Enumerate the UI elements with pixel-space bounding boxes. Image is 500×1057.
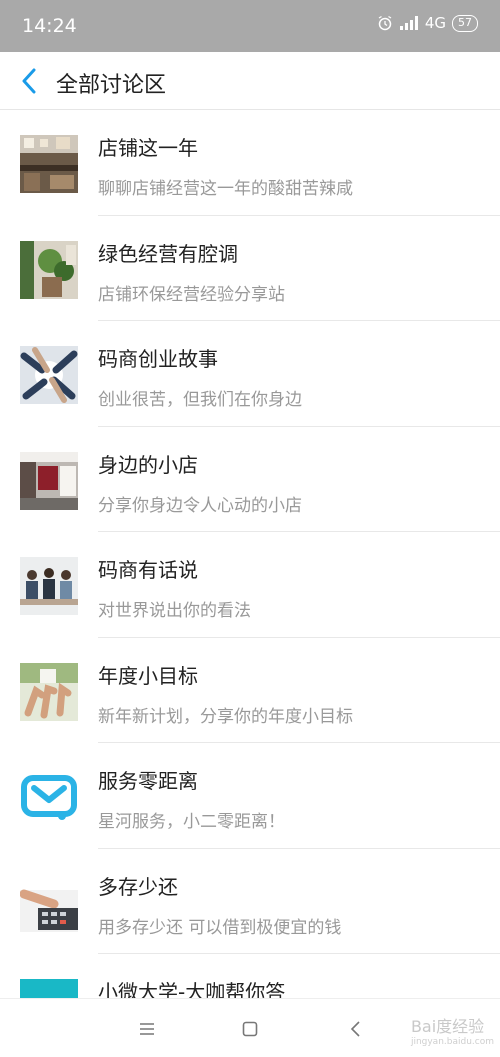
item-title: 码商有话说 [98, 558, 198, 582]
list-item[interactable]: 店铺这一年 聊聊店铺经营这一年的酸甜苦辣咸 [0, 110, 500, 216]
status-icons: 4G 57 [377, 14, 478, 32]
thumbs-up-thumbnail [20, 662, 78, 721]
list-item[interactable]: 绿色经营有腔调 店铺环保经营经验分享站 [0, 216, 500, 321]
battery-indicator: 57 [452, 14, 478, 32]
item-subtitle: 创业很苦，但我们在你身边 [98, 390, 302, 410]
list-item[interactable]: 码商创业故事 创业很苦，但我们在你身边 [0, 321, 500, 427]
list-item[interactable]: 服务零距离 星河服务，小二零距离！ [0, 743, 500, 849]
people-meeting-thumbnail [20, 557, 78, 615]
page-title: 全部讨论区 [56, 73, 167, 98]
item-subtitle: 新年新计划，分享你的年度小目标 [98, 706, 353, 727]
item-title: 多存少还 [98, 874, 178, 899]
item-title: 绿色经营有腔调 [98, 241, 238, 266]
calculator-thumbnail [20, 873, 78, 932]
chevron-left-icon [22, 68, 36, 94]
item-title: 店铺这一年 [98, 136, 198, 160]
home-button[interactable] [236, 1015, 264, 1043]
list-item[interactable]: 码商有话说 对世界说出你的看法 [0, 532, 500, 638]
list-item[interactable]: 身边的小店 分享你身边令人心动的小店 [0, 427, 500, 532]
team-hands-thumbnail [20, 346, 78, 404]
list-item[interactable]: 小微大学-大咖帮你答 [0, 954, 500, 998]
system-nav-bar: Bai度经验 jingyan.baidu.com [0, 998, 500, 1057]
item-subtitle: 对世界说出你的看法 [98, 601, 251, 621]
menu-button[interactable] [133, 1015, 161, 1043]
status-time: 14:24 [22, 15, 77, 37]
signal-icon [399, 15, 419, 31]
back-button[interactable] [14, 66, 44, 96]
home-square-icon [242, 1021, 258, 1037]
watermark-url: jingyan.baidu.com [410, 1037, 494, 1047]
item-title: 码商创业故事 [98, 347, 218, 371]
cafe-interior-thumbnail [20, 135, 78, 193]
discussion-list: 店铺这一年 聊聊店铺经营这一年的酸甜苦辣咸 绿色经营有腔调 店铺环保经营经验分享… [0, 110, 500, 998]
small-shop-thumbnail [20, 451, 78, 510]
item-subtitle: 店铺环保经营经验分享站 [98, 284, 285, 305]
item-title: 身边的小店 [98, 452, 198, 477]
menu-icon [140, 1023, 154, 1035]
item-title: 年度小目标 [98, 663, 198, 688]
list-item[interactable]: 多存少还 用多存少还 可以借到极便宜的钱 [0, 849, 500, 954]
item-subtitle: 用多存少还 可以借到极便宜的钱 [98, 917, 342, 938]
nav-back-button[interactable] [341, 1015, 369, 1043]
alarm-icon [377, 15, 393, 31]
watermark: Bai度经验 jingyan.baidu.com [411, 1013, 494, 1047]
back-triangle-icon [350, 1021, 360, 1037]
teal-banner-thumbnail [20, 979, 78, 998]
item-subtitle: 分享你身边令人心动的小店 [98, 495, 302, 516]
service-logo-icon [20, 768, 78, 826]
network-type: 4G [424, 14, 446, 32]
header: 全部讨论区 [0, 52, 500, 110]
watermark-text: Bai度经验 [410, 1017, 485, 1036]
status-bar: 14:24 4G 57 [0, 0, 500, 52]
item-subtitle: 星河服务，小二零距离！ [98, 812, 285, 832]
item-title: 服务零距离 [98, 769, 198, 793]
green-shop-thumbnail [20, 240, 78, 299]
item-title: 小微大学-大咖帮你答 [98, 980, 286, 998]
list-item[interactable]: 年度小目标 新年新计划，分享你的年度小目标 [0, 638, 500, 743]
item-subtitle: 聊聊店铺经营这一年的酸甜苦辣咸 [98, 179, 353, 199]
